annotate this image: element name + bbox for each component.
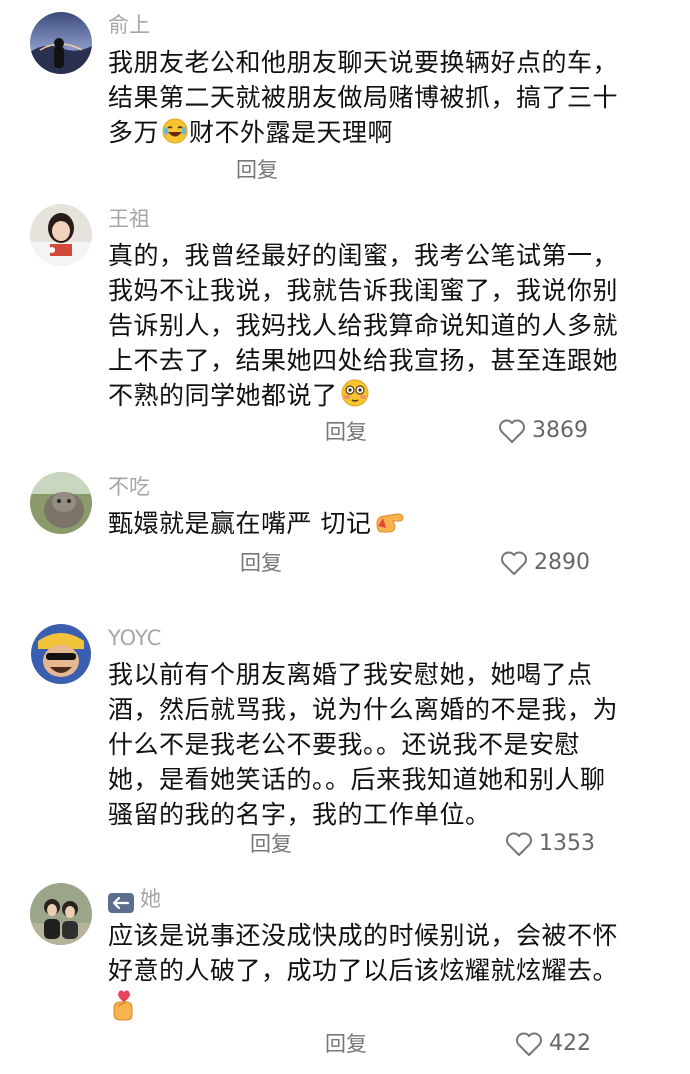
comment-text: 我朋友老公和他朋友聊天说要换辆好点的车， 结果第二天就被朋友做局赌博被抓，搞了三… bbox=[108, 45, 668, 154]
comment-line: 告诉别人，我妈找人给我算命说知道的人多就 bbox=[108, 311, 619, 340]
flushed-emoji bbox=[340, 378, 370, 417]
comment-text: 真的，我曾经最好的闺蜜，我考公笔试第一， 我妈不让我说，我就告诉我闺蜜了，我说你… bbox=[108, 238, 668, 417]
username[interactable]: 不吃 bbox=[108, 474, 150, 500]
comment-line: 多万 财不外露是天理啊 bbox=[108, 115, 668, 154]
comment-line: 不熟的同学她都说了 bbox=[108, 378, 668, 417]
comment-line: 甄嬛就是赢在嘴严 切记 bbox=[108, 506, 668, 545]
comment-line: 我妈不让我说，我就告诉我闺蜜了，我说你别 bbox=[108, 276, 619, 305]
heart-outline-icon bbox=[498, 418, 526, 444]
like-count: 2890 bbox=[534, 550, 590, 575]
finger-heart-emoji bbox=[108, 988, 138, 1031]
reply-button[interactable]: 回复 bbox=[250, 831, 292, 857]
avatar[interactable] bbox=[30, 204, 92, 266]
comment-fragment: 不熟的同学她都说了 bbox=[108, 381, 338, 410]
reply-button[interactable]: 回复 bbox=[240, 550, 282, 576]
heart-outline-icon bbox=[515, 1031, 543, 1057]
reply-button[interactable]: 回复 bbox=[325, 1031, 367, 1057]
comment-fragment: 甄嬛就是赢在嘴严 切记 bbox=[108, 509, 372, 538]
like-count: 1353 bbox=[539, 831, 595, 856]
rofl-emoji bbox=[161, 117, 189, 154]
comment-text: 我以前有个朋友离婚了我安慰她，她喝了点 酒，然后就骂我，说为什么离婚的不是我，为… bbox=[108, 657, 668, 832]
username[interactable]: 她 bbox=[108, 886, 161, 913]
comment-line: 真的，我曾经最好的闺蜜，我考公笔试第一， bbox=[108, 241, 619, 270]
comment-fragment: 多万 bbox=[108, 118, 160, 147]
like-count: 422 bbox=[549, 1031, 591, 1056]
avatar[interactable] bbox=[30, 472, 92, 534]
comment-list: 俞上 我朋友老公和他朋友聊天说要换辆好点的车， 结果第二天就被朋友做局赌博被抓，… bbox=[0, 0, 690, 1074]
comment-line: 我以前有个朋友离婚了我安慰她，她喝了点 bbox=[108, 660, 593, 689]
comment-fragment: 财不外露是天理啊 bbox=[189, 118, 394, 147]
username[interactable]: 王祖 bbox=[108, 206, 150, 232]
avatar[interactable] bbox=[30, 623, 92, 685]
comment-line: 她，是看她笑话的。。后来我知道她和别人聊 bbox=[108, 765, 606, 794]
like-button[interactable]: 422 bbox=[515, 1031, 591, 1057]
username-text: 她 bbox=[140, 887, 161, 911]
like-button[interactable]: 3869 bbox=[498, 418, 588, 444]
comment-text: 应该是说事还没成快成的时候别说，会被不怀 好意的人破了，成功了以后该炫耀就炫耀去… bbox=[108, 918, 668, 1031]
back-arrow-icon bbox=[108, 893, 134, 913]
comment-line: 什么不是我老公不要我。。还说我不是安慰 bbox=[108, 730, 581, 759]
username[interactable]: YOYC bbox=[108, 625, 161, 651]
comment-line: 结果第二天就被朋友做局赌博被抓，搞了三十 bbox=[108, 83, 619, 112]
avatar[interactable] bbox=[30, 883, 92, 945]
username[interactable]: 俞上 bbox=[108, 12, 150, 38]
comment-line: 应该是说事还没成快成的时候别说，会被不怀 bbox=[108, 921, 619, 950]
comment-line bbox=[108, 988, 668, 1031]
reply-button[interactable]: 回复 bbox=[325, 419, 367, 445]
avatar[interactable] bbox=[30, 12, 92, 74]
comment-line: 骚留的我的名字，我的工作单位。 bbox=[108, 800, 491, 829]
comment-line: 酒，然后就骂我，说为什么离婚的不是我，为 bbox=[108, 695, 619, 724]
like-button[interactable]: 2890 bbox=[500, 550, 590, 576]
comment-line: 上不去了，结果她四处给我宣扬，甚至连跟她 bbox=[108, 346, 619, 375]
pointing-hand-emoji bbox=[373, 508, 407, 545]
comment-line: 好意的人破了，成功了以后该炫耀就炫耀去。 bbox=[108, 956, 619, 985]
comment-text: 甄嬛就是赢在嘴严 切记 bbox=[108, 506, 668, 545]
comment-line: 我朋友老公和他朋友聊天说要换辆好点的车， bbox=[108, 48, 619, 77]
heart-outline-icon bbox=[505, 831, 533, 857]
heart-outline-icon bbox=[500, 550, 528, 576]
reply-button[interactable]: 回复 bbox=[236, 157, 278, 183]
like-button[interactable]: 1353 bbox=[505, 831, 595, 857]
like-count: 3869 bbox=[532, 418, 588, 443]
